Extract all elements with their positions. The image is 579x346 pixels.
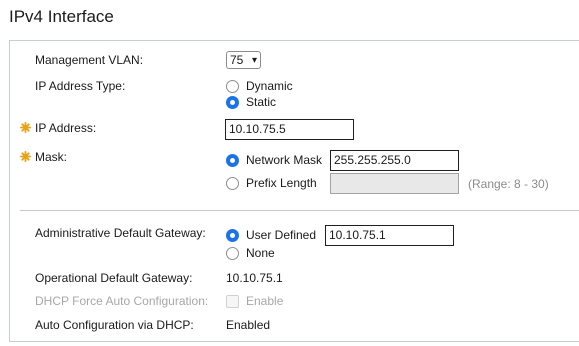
ip-address-input[interactable]: 10.10.75.5	[225, 119, 354, 140]
page-title: IPv4 Interface	[9, 7, 114, 26]
admin-default-gateway-label: Administrative Default Gateway:	[35, 226, 206, 240]
gateway-none-label: None	[246, 246, 275, 260]
gateway-user-defined-input[interactable]: 10.10.75.1	[325, 225, 454, 246]
section-divider	[20, 210, 579, 211]
ip-type-dynamic-radio[interactable]	[226, 80, 239, 93]
auto-config-via-dhcp-label: Auto Configuration via DHCP:	[35, 318, 194, 332]
ip-type-static-label: Static	[246, 95, 277, 109]
management-vlan-label: Management VLAN:	[35, 53, 144, 67]
dhcp-force-auto-config-label: DHCP Force Auto Configuration:	[35, 294, 209, 308]
ip-type-static-radio[interactable]	[226, 96, 239, 109]
required-asterisk-icon	[20, 151, 31, 162]
auto-config-via-dhcp-value: Enabled	[226, 318, 271, 332]
dhcp-force-auto-config-enable-label: Enable	[246, 294, 284, 308]
chevron-down-icon: ▾	[251, 55, 257, 66]
required-asterisk-icon	[20, 122, 31, 133]
ip-address-type-label: IP Address Type:	[35, 79, 126, 93]
ip-type-dynamic-label: Dynamic	[246, 79, 293, 93]
gateway-none-radio[interactable]	[226, 247, 239, 260]
mask-label: Mask:	[35, 150, 68, 164]
prefix-length-range-hint: (Range: 8 - 30)	[468, 177, 549, 191]
prefix-length-input[interactable]	[330, 173, 459, 194]
management-vlan-select[interactable]: 75 ▾	[226, 51, 261, 69]
network-mask-input[interactable]: 255.255.255.0	[330, 150, 459, 171]
operational-default-gateway-value: 10.10.75.1	[226, 271, 283, 285]
prefix-length-label: Prefix Length	[246, 176, 317, 190]
management-vlan-value: 75	[230, 53, 244, 67]
gateway-user-defined-radio[interactable]	[226, 229, 239, 242]
dhcp-force-auto-config-checkbox[interactable]	[226, 295, 239, 308]
prefix-length-radio[interactable]	[226, 177, 239, 190]
operational-default-gateway-label: Operational Default Gateway:	[35, 271, 193, 285]
gateway-user-defined-label: User Defined	[246, 228, 317, 242]
network-mask-label: Network Mask	[246, 153, 323, 167]
network-mask-radio[interactable]	[226, 154, 239, 167]
ip-address-label: IP Address:	[35, 121, 97, 135]
